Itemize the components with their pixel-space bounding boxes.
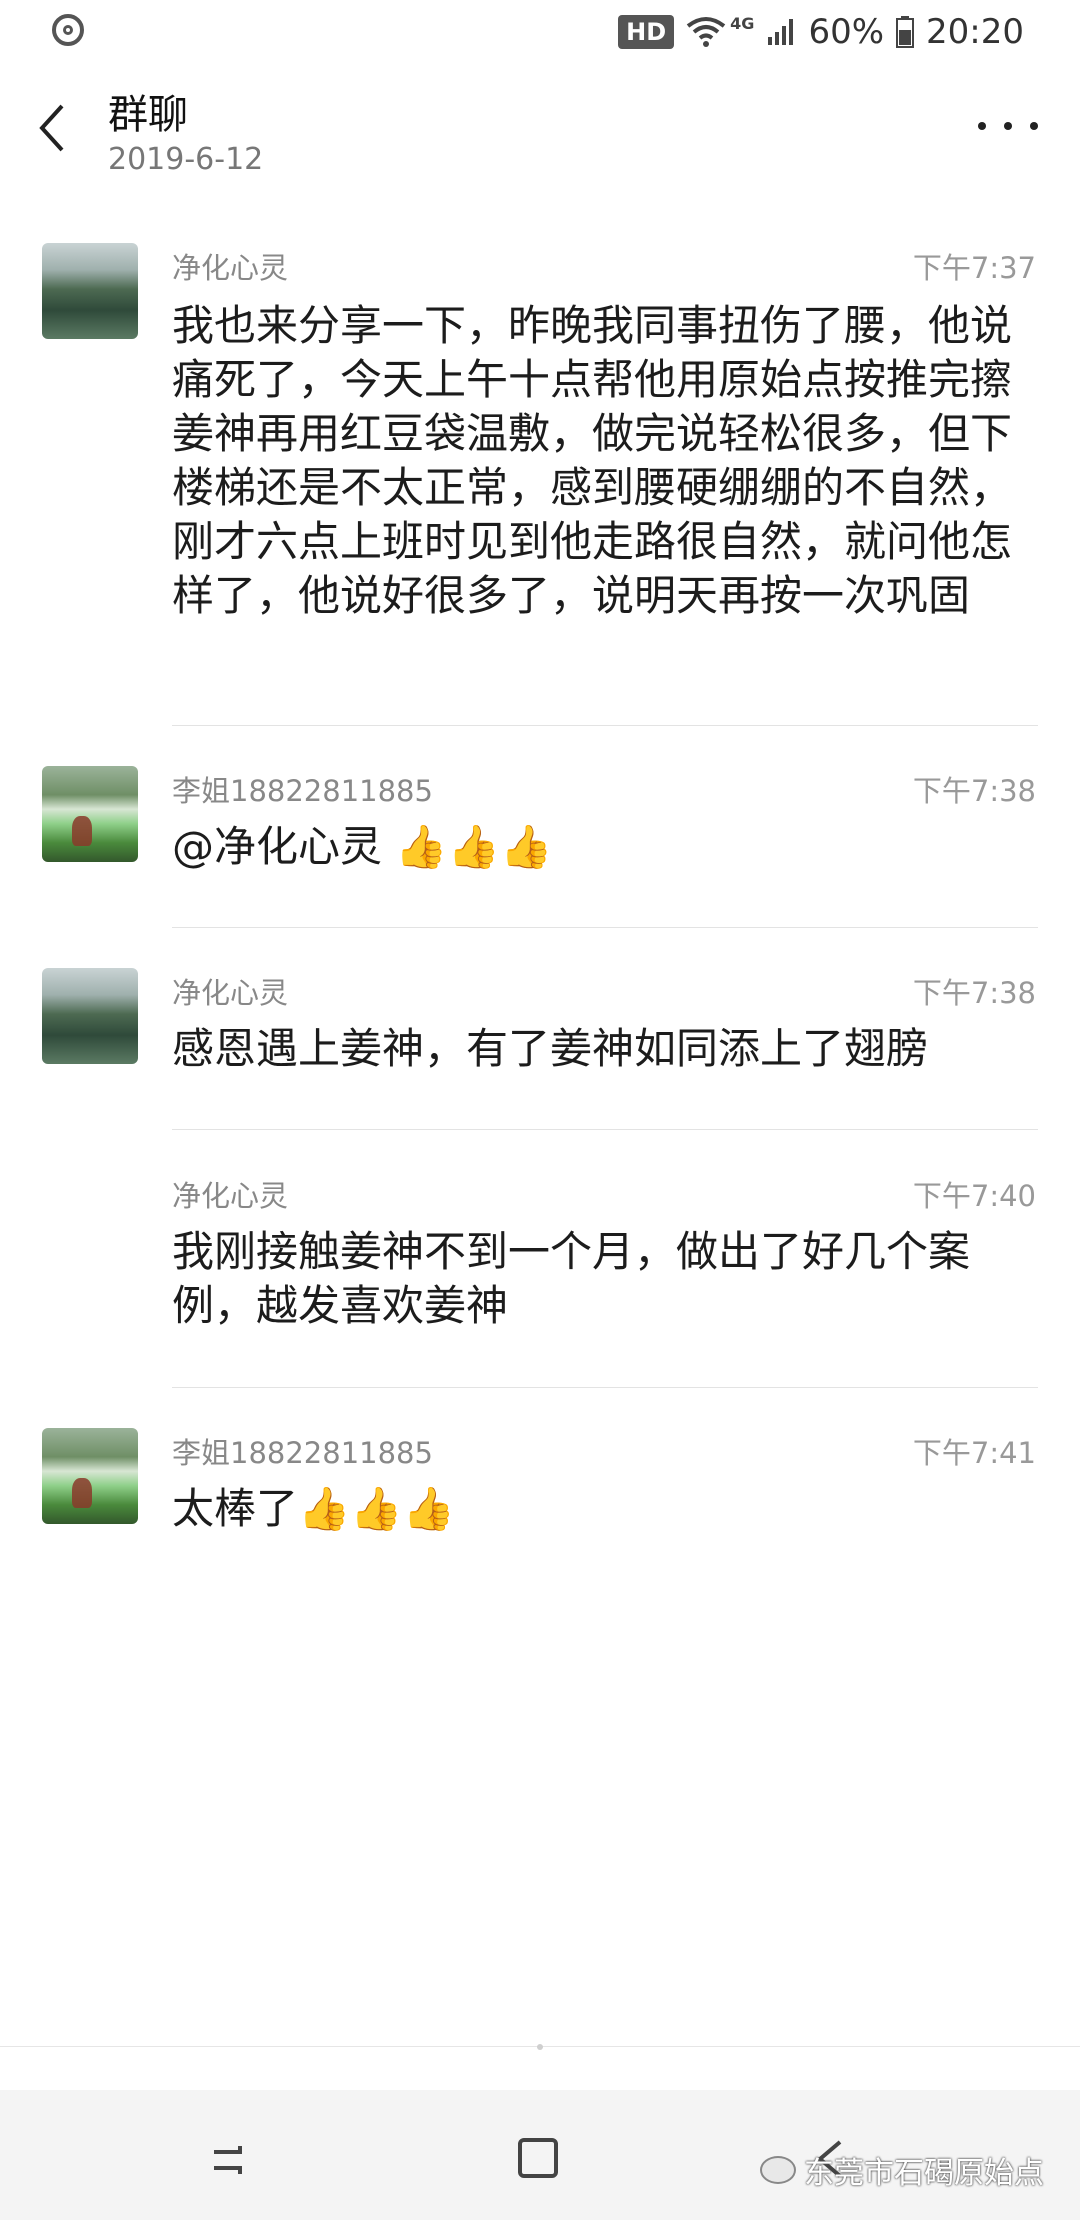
divider bbox=[172, 725, 1038, 726]
avatar[interactable] bbox=[42, 766, 138, 862]
wechat-icon bbox=[760, 2156, 796, 2184]
message-text: 我刚接触姜神不到一个月，做出了好几个案例，越发喜欢姜神 bbox=[172, 1227, 971, 1330]
message-time: 下午7:41 bbox=[912, 1436, 1036, 1470]
message-item[interactable]: 净化心灵 下午7:40 我刚接触姜神不到一个月，做出了好几个案例，越发喜欢姜神 bbox=[0, 1165, 1080, 1415]
sender-name: 净化心灵 bbox=[172, 1179, 289, 1213]
divider bbox=[172, 1129, 1038, 1130]
message-time: 下午7:37 bbox=[912, 251, 1036, 285]
avatar[interactable] bbox=[42, 1428, 138, 1524]
status-bar: HD 4G 60% 20:20 bbox=[0, 0, 1080, 64]
sender-name: 李姐18822811885 bbox=[172, 774, 433, 808]
wifi-icon bbox=[686, 16, 726, 48]
sender-name: 李姐18822811885 bbox=[172, 1436, 433, 1470]
avatar[interactable] bbox=[42, 243, 138, 339]
app-status-icon bbox=[52, 14, 84, 46]
page-title: 群聊 bbox=[108, 92, 188, 138]
message-time: 下午7:38 bbox=[912, 976, 1036, 1010]
message-item[interactable]: 李姐18822811885 下午7:41 太棒了👍👍👍 bbox=[0, 1422, 1080, 1572]
message-text: 感恩遇上姜神，有了姜神如同添上了翅膀 bbox=[172, 1024, 929, 1073]
more-icon[interactable] bbox=[978, 116, 1038, 136]
watermark-text: 东莞市石碣原始点 bbox=[804, 2156, 1044, 2191]
signal-icon bbox=[766, 17, 796, 47]
chat-header: 群聊 2019-6-12 bbox=[0, 64, 1080, 204]
battery-percent: 60% bbox=[808, 12, 885, 52]
system-nav-bar: 东莞市石碣原始点 bbox=[0, 2090, 1080, 2220]
page-indicator bbox=[537, 2044, 543, 2050]
recent-apps-icon[interactable] bbox=[210, 2138, 254, 2182]
sender-name: 净化心灵 bbox=[172, 251, 289, 285]
message-time: 下午7:40 bbox=[912, 1179, 1036, 1213]
message-item[interactable]: 李姐18822811885 下午7:38 @净化心灵 👍👍👍 bbox=[0, 760, 1080, 960]
divider bbox=[172, 1387, 1038, 1388]
home-icon[interactable] bbox=[518, 2138, 558, 2178]
divider bbox=[172, 927, 1038, 928]
clock: 20:20 bbox=[926, 12, 1024, 52]
avatar[interactable] bbox=[42, 968, 138, 1064]
message-item[interactable]: 净化心灵 下午7:38 感恩遇上姜神，有了姜神如同添上了翅膀 bbox=[0, 962, 1080, 1162]
sender-name: 净化心灵 bbox=[172, 976, 289, 1010]
page-date: 2019-6-12 bbox=[108, 142, 264, 177]
message-item[interactable]: 净化心灵 下午7:37 我也来分享一下，昨晚我同事扭伤了腰，他说痛死了，今天上午… bbox=[0, 235, 1080, 730]
message-time: 下午7:38 bbox=[912, 774, 1036, 808]
message-text: @净化心灵 👍👍👍 bbox=[172, 822, 553, 871]
watermark: 东莞市石碣原始点 bbox=[760, 2148, 1044, 2192]
hd-badge: HD bbox=[618, 15, 675, 49]
network-type: 4G bbox=[730, 13, 755, 33]
message-text: 太棒了👍👍👍 bbox=[172, 1484, 455, 1533]
battery-icon bbox=[896, 16, 915, 48]
back-arrow-icon[interactable] bbox=[34, 98, 74, 158]
message-text: 我也来分享一下，昨晚我同事扭伤了腰，他说痛死了，今天上午十点帮他用原始点按推完擦… bbox=[172, 301, 1013, 620]
